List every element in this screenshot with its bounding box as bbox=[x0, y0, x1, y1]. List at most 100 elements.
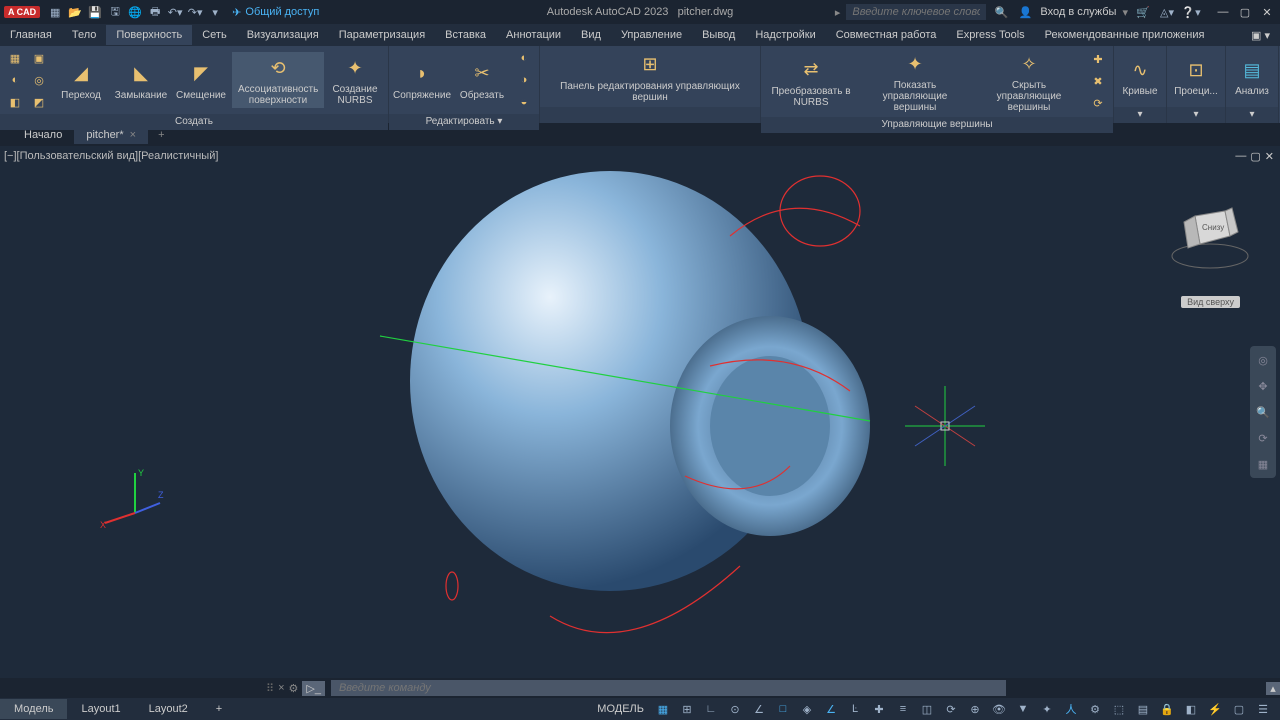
trim-button[interactable]: ✂ Обрезать bbox=[453, 58, 511, 103]
dyninput-icon[interactable]: ✚ bbox=[868, 699, 890, 719]
menu-express[interactable]: Express Tools bbox=[946, 25, 1034, 45]
menu-featured[interactable]: Рекомендованные приложения bbox=[1035, 25, 1215, 45]
app-icon[interactable]: ◬▾ bbox=[1158, 3, 1176, 21]
units-icon[interactable]: ⬚ bbox=[1108, 699, 1130, 719]
vp-maximize-icon[interactable]: ▢ bbox=[1250, 150, 1260, 163]
search-input[interactable] bbox=[846, 4, 986, 20]
menu-extra[interactable]: ▣ ▾ bbox=[1251, 29, 1280, 42]
gizmo-icon[interactable]: ✦ bbox=[1036, 699, 1058, 719]
menu-annotate[interactable]: Аннотации bbox=[496, 25, 571, 45]
cv-add-icon[interactable]: ✚ bbox=[1087, 50, 1109, 70]
panel-cv-title[interactable]: Управляющие вершины bbox=[761, 117, 1113, 133]
full-nav-wheel-icon[interactable]: ◎ bbox=[1253, 350, 1273, 370]
tab-add-button[interactable]: + bbox=[148, 126, 174, 144]
menu-parametric[interactable]: Параметризация bbox=[329, 25, 435, 45]
ortho-icon[interactable]: ∟ bbox=[700, 699, 722, 719]
filter-icon[interactable]: ▼ bbox=[1012, 699, 1034, 719]
open-icon[interactable]: 📂 bbox=[66, 3, 84, 21]
search-arrow-icon[interactable]: ▸ bbox=[835, 6, 841, 19]
cmdline-handle-icon[interactable]: ⠿ bbox=[266, 682, 274, 695]
panel-curves-title[interactable]: ▾ bbox=[1114, 107, 1166, 123]
customize-status-icon[interactable]: ☰ bbox=[1252, 699, 1274, 719]
cycling-icon[interactable]: ⟳ bbox=[940, 699, 962, 719]
untrim-icon[interactable]: ◐ bbox=[513, 48, 535, 68]
viewport[interactable]: [−][Пользовательский вид][Реалистичный] … bbox=[0, 146, 1280, 678]
annoscale-icon[interactable]: 人 bbox=[1060, 699, 1082, 719]
tab-close-icon[interactable]: × bbox=[130, 129, 136, 141]
vp-close-icon[interactable]: ✕ bbox=[1265, 150, 1274, 163]
menu-surface[interactable]: Поверхность bbox=[106, 25, 192, 45]
loft-button[interactable]: ◢ Переход bbox=[52, 58, 110, 103]
menu-output[interactable]: Вывод bbox=[692, 25, 745, 45]
3dosnap-icon[interactable]: ◈ bbox=[796, 699, 818, 719]
3dgizmo-icon[interactable]: ⊕ bbox=[964, 699, 986, 719]
network-surf-icon[interactable]: ▦ bbox=[4, 48, 26, 68]
tab-pitcher[interactable]: pitcher* × bbox=[74, 126, 148, 144]
lineweight-icon[interactable]: ≡ bbox=[892, 699, 914, 719]
sweep-icon[interactable]: ◩ bbox=[28, 92, 50, 112]
hardware-icon[interactable]: ⚡ bbox=[1204, 699, 1226, 719]
viewport-label[interactable]: [−][Пользовательский вид][Реалистичный] bbox=[4, 150, 218, 162]
qat-dropdown-icon[interactable]: ▾ bbox=[206, 3, 224, 21]
pan-icon[interactable]: ✥ bbox=[1253, 376, 1273, 396]
associativity-button[interactable]: ⟲ Ассоциативность поверхности bbox=[232, 52, 324, 108]
signin-label[interactable]: Вход в службы bbox=[1040, 6, 1116, 18]
extrude-icon[interactable]: ▣ bbox=[28, 48, 50, 68]
wcs-badge[interactable]: Вид сверху bbox=[1181, 296, 1240, 308]
menu-collaborate[interactable]: Совместная работа bbox=[826, 25, 947, 45]
close-icon[interactable]: ✕ bbox=[1258, 3, 1276, 21]
menu-insert[interactable]: Вставка bbox=[435, 25, 496, 45]
undo-icon[interactable]: ↶▾ bbox=[166, 3, 184, 21]
sculpt-icon[interactable]: ◒ bbox=[513, 92, 535, 112]
cleanscreen-icon[interactable]: ▢ bbox=[1228, 699, 1250, 719]
revolve-icon[interactable]: ◎ bbox=[28, 70, 50, 90]
osnap-icon[interactable]: □ bbox=[772, 699, 794, 719]
saveas-icon[interactable]: 🖫 bbox=[106, 3, 124, 21]
planar-surf-icon[interactable]: ◐ bbox=[4, 70, 26, 90]
transparency-icon[interactable]: ◫ bbox=[916, 699, 938, 719]
cmdline-close-icon[interactable]: × bbox=[278, 682, 284, 694]
model-paper-toggle[interactable]: МОДЕЛЬ bbox=[591, 703, 650, 715]
extend-icon[interactable]: ◑ bbox=[513, 70, 535, 90]
workspace-icon[interactable]: ⚙ bbox=[1084, 699, 1106, 719]
vp-minimize-icon[interactable]: — bbox=[1235, 150, 1246, 163]
fillet-button[interactable]: ◗ Сопряжение bbox=[393, 58, 451, 103]
maximize-icon[interactable]: ▢ bbox=[1236, 3, 1254, 21]
viewcube[interactable]: Снизу bbox=[1170, 196, 1250, 276]
new-icon[interactable]: ▦ bbox=[46, 3, 64, 21]
isolate-icon[interactable]: ◧ bbox=[1180, 699, 1202, 719]
panel-analyze-title[interactable]: ▾ bbox=[1226, 107, 1278, 123]
showmotion-icon[interactable]: ▦ bbox=[1253, 454, 1273, 474]
menu-visualize[interactable]: Визуализация bbox=[237, 25, 329, 45]
tab-model[interactable]: Модель bbox=[0, 699, 67, 719]
grid-icon[interactable]: ▦ bbox=[652, 699, 674, 719]
snap-icon[interactable]: ⊞ bbox=[676, 699, 698, 719]
cart-icon[interactable]: 🛒 bbox=[1134, 3, 1152, 21]
tab-layout-add[interactable]: + bbox=[202, 699, 236, 719]
plot-icon[interactable]: 🖶 bbox=[146, 3, 164, 21]
redo-icon[interactable]: ↷▾ bbox=[186, 3, 204, 21]
hide-cv-button[interactable]: ✧ Скрыть управляющие вершины bbox=[973, 48, 1085, 115]
quickprops-icon[interactable]: ▤ bbox=[1132, 699, 1154, 719]
menu-addins[interactable]: Надстройки bbox=[745, 25, 825, 45]
user-icon[interactable]: 👤 bbox=[1016, 3, 1034, 21]
nurbs-create-button[interactable]: ✦ Создание NURBS bbox=[326, 52, 384, 108]
menu-view[interactable]: Вид bbox=[571, 25, 611, 45]
menu-main[interactable]: Главная bbox=[0, 25, 62, 45]
blend-surf-icon[interactable]: ◧ bbox=[4, 92, 26, 112]
convert-nurbs-button[interactable]: ⇄ Преобразовать в NURBS bbox=[765, 54, 857, 110]
menu-mesh[interactable]: Сеть bbox=[192, 25, 236, 45]
lockui-icon[interactable]: 🔒 bbox=[1156, 699, 1178, 719]
share-link[interactable]: ✈ Общий доступ bbox=[232, 6, 319, 19]
otrack-icon[interactable]: ∠ bbox=[820, 699, 842, 719]
cv-remove-icon[interactable]: ✖ bbox=[1087, 72, 1109, 92]
cmdline-customize-icon[interactable]: ⚙ bbox=[289, 682, 299, 695]
menu-solid[interactable]: Тело bbox=[62, 25, 107, 45]
orbit-icon[interactable]: ⟳ bbox=[1253, 428, 1273, 448]
search-icon[interactable]: 🔍 bbox=[992, 3, 1010, 21]
dynucs-icon[interactable]: Ŀ bbox=[844, 699, 866, 719]
tab-layout1[interactable]: Layout1 bbox=[67, 699, 134, 719]
web-icon[interactable]: 🌐 bbox=[126, 3, 144, 21]
show-cv-button[interactable]: ✦ Показать управляющие вершины bbox=[859, 48, 971, 115]
command-input[interactable] bbox=[331, 680, 1006, 696]
